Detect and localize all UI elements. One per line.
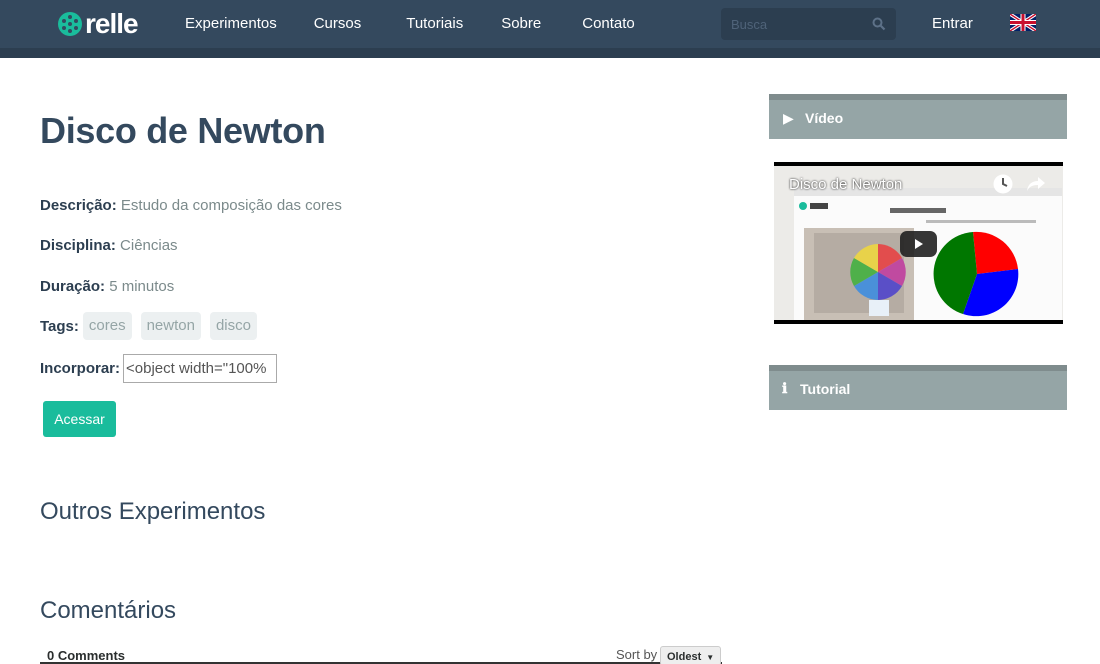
nav-link-tutoriais[interactable]: Tutoriais — [391, 0, 478, 48]
sort-by-label: Sort by — [616, 647, 658, 662]
uk-flag-icon[interactable] — [1010, 14, 1036, 31]
share-icon[interactable] — [1026, 174, 1046, 194]
tutorial-panel-header[interactable]: ℹ Tutorial — [769, 365, 1067, 410]
discipline-label: Disciplina: — [40, 237, 116, 254]
sort-dropdown[interactable]: Oldest ▼ — [660, 646, 722, 664]
info-icon: ℹ — [782, 381, 788, 397]
video-panel-header[interactable]: ▶ Vídeo — [769, 94, 1067, 139]
embed-row: Incorporar: — [40, 354, 278, 383]
duration-value: 5 minutos — [109, 278, 175, 295]
tags-row: Tags: cores newton disco — [40, 312, 266, 340]
tags-label: Tags: — [40, 317, 79, 335]
discipline-value: Ciências — [120, 237, 178, 254]
discipline-row: Disciplina: Ciências — [40, 237, 178, 254]
embed-label: Incorporar: — [40, 360, 121, 377]
duration-label: Duração: — [40, 278, 106, 295]
description-label: Descrição: — [40, 197, 117, 214]
nav-link-sobre[interactable]: Sobre — [486, 0, 556, 48]
chevron-down-icon: ▼ — [706, 653, 715, 662]
video-title: Disco de Newton — [789, 176, 903, 193]
tutorial-panel-label: Tutorial — [800, 381, 851, 397]
search-input[interactable] — [721, 8, 871, 40]
clock-icon[interactable] — [992, 173, 1014, 195]
play-button[interactable] — [900, 231, 937, 257]
description-value: Estudo da composição das cores — [120, 197, 342, 214]
navbar: relle Experimentos Cursos Tutoriais Sobr… — [0, 0, 1100, 48]
tag-cores[interactable]: cores — [82, 312, 132, 340]
search-box — [721, 8, 896, 40]
play-icon: ▶ — [783, 110, 794, 126]
tag-disco[interactable]: disco — [209, 312, 257, 340]
relle-logo-icon — [58, 12, 82, 36]
comments-count: 0 Comments — [47, 648, 126, 663]
page-title: Disco de Newton — [40, 110, 326, 151]
navbar-bottom-border — [0, 48, 1100, 58]
video-panel-label: Vídeo — [805, 110, 844, 126]
nav-links: Experimentos Cursos Tutoriais Sobre Cont… — [170, 0, 650, 48]
comments-toolbar: 0 Comments Sort by Oldest ▼ — [40, 644, 722, 664]
tag-newton[interactable]: newton — [140, 312, 201, 340]
comments-heading: Comentários — [40, 597, 177, 624]
video-player[interactable]: Disco de Newton — [774, 162, 1063, 324]
embed-code-field[interactable] — [123, 354, 278, 383]
login-link[interactable]: Entrar — [932, 0, 973, 48]
sort-dropdown-value: Oldest — [667, 651, 702, 663]
brand-logo[interactable]: relle — [58, 8, 139, 39]
brand-name: relle — [85, 8, 139, 39]
nav-link-contato[interactable]: Contato — [567, 0, 650, 48]
other-experiments-heading: Outros Experimentos — [40, 498, 266, 525]
nav-link-cursos[interactable]: Cursos — [299, 0, 377, 48]
description-row: Descrição: Estudo da composição das core… — [40, 197, 342, 214]
access-button[interactable]: Acessar — [43, 401, 116, 437]
search-icon[interactable] — [872, 17, 886, 31]
duration-row: Duração: 5 minutos — [40, 278, 174, 295]
nav-link-experimentos[interactable]: Experimentos — [170, 0, 292, 48]
